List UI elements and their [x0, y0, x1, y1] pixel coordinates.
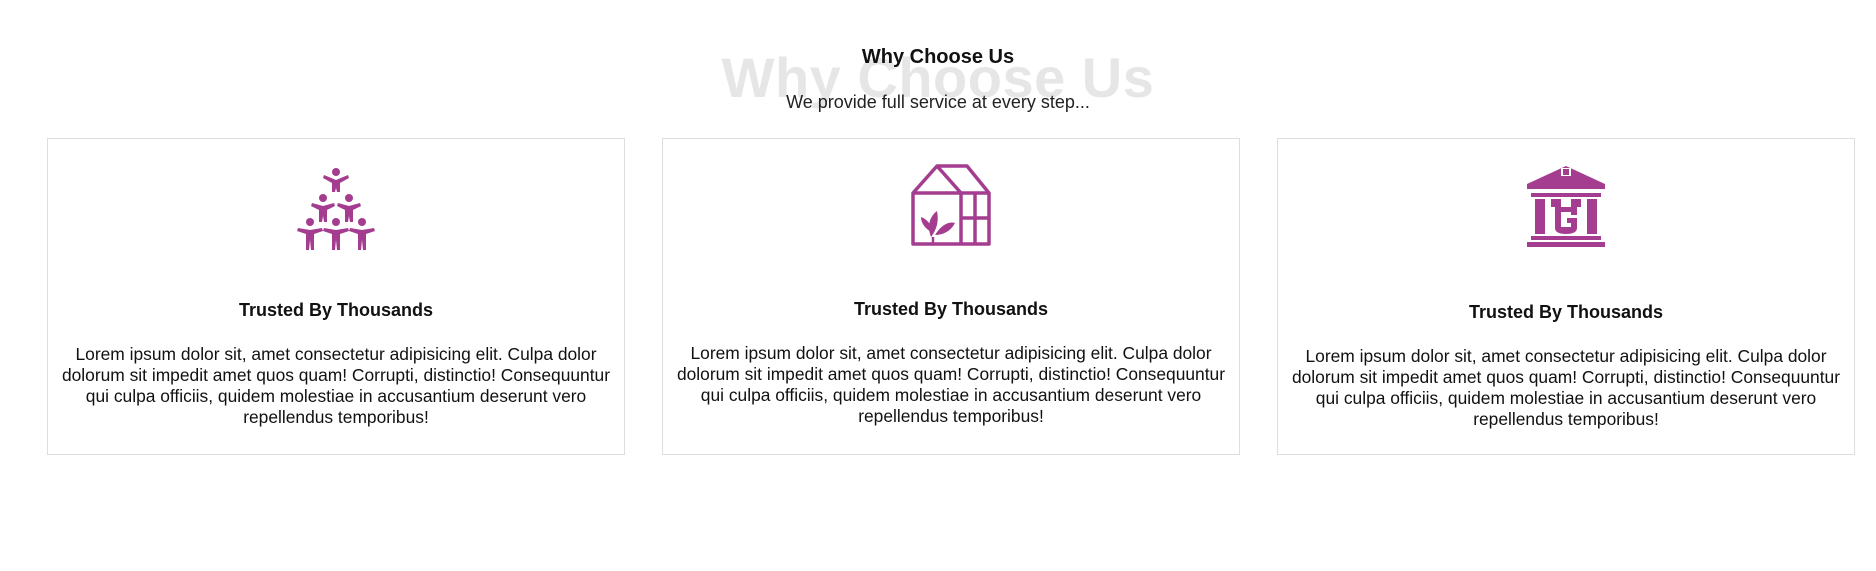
section-title: Why Choose Us [861, 46, 1015, 68]
card-title: Trusted By Thousands [238, 300, 434, 320]
section-subtitle: We provide full service at every step... [786, 92, 1090, 112]
card-title: Trusted By Thousands [1468, 302, 1664, 322]
feature-cards: Trusted By Thousands Lorem ipsum dolor s… [47, 138, 1859, 457]
human-pyramid-icon [48, 166, 624, 250]
section-heading: Why Choose Us Why Choose Us We provide f… [0, 0, 1876, 135]
card-description: Lorem ipsum dolor sit, amet consectetur … [1291, 346, 1841, 429]
card-title: Trusted By Thousands [853, 299, 1049, 319]
why-choose-us-section: Why Choose Us Why Choose Us We provide f… [0, 0, 1876, 571]
card-description: Lorem ipsum dolor sit, amet consectetur … [676, 343, 1226, 426]
feature-card: Trusted By Thousands Lorem ipsum dolor s… [662, 138, 1240, 455]
bank-building-icon [1278, 166, 1854, 248]
feature-card: Trusted By Thousands Lorem ipsum dolor s… [47, 138, 625, 455]
card-description: Lorem ipsum dolor sit, amet consectetur … [61, 344, 611, 427]
greenhouse-icon [663, 163, 1239, 247]
feature-card: Trusted By Thousands Lorem ipsum dolor s… [1277, 138, 1855, 455]
